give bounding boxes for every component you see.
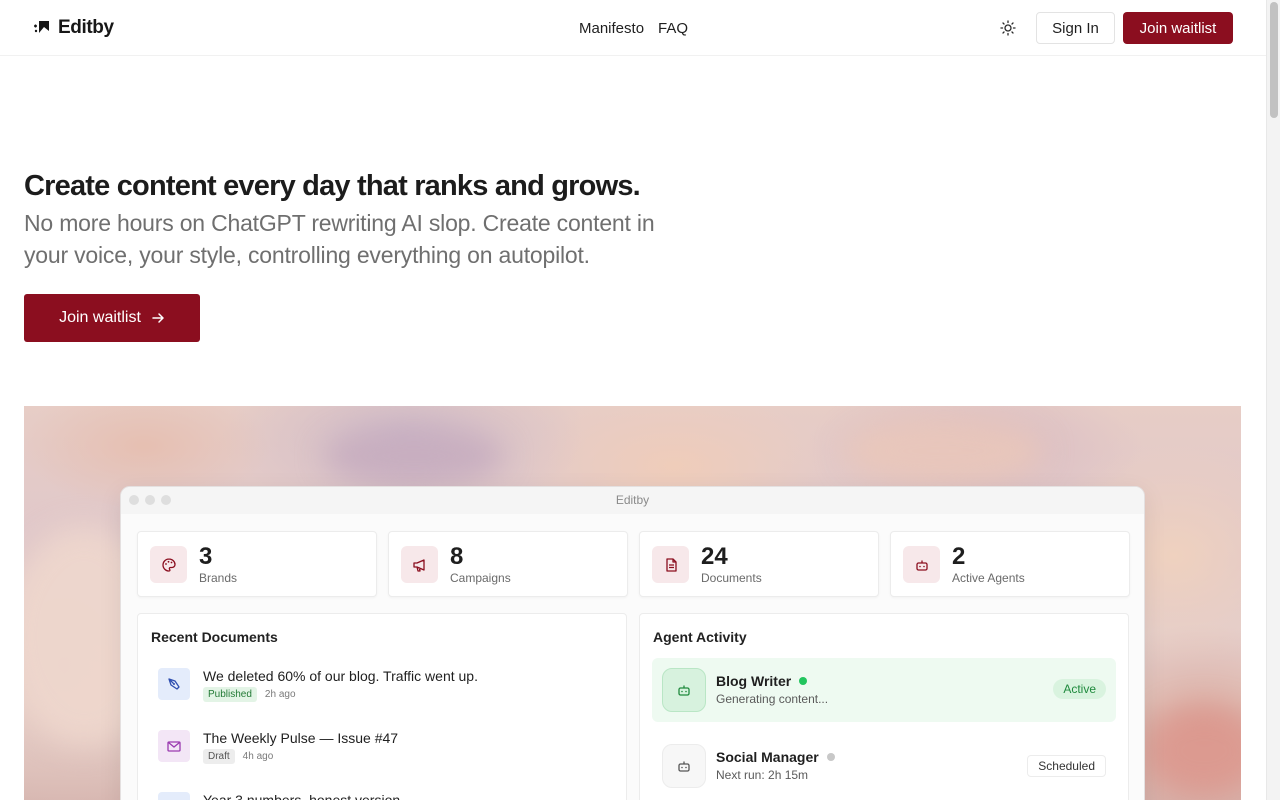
mail-icon bbox=[158, 730, 190, 762]
agent-name: Blog Writer bbox=[716, 673, 792, 689]
document-meta: Published 2h ago bbox=[203, 687, 296, 702]
document-title: The Weekly Pulse — Issue #47 bbox=[203, 730, 399, 746]
recent-documents-panel: Recent Documents We deleted 60% of our b… bbox=[137, 613, 627, 800]
robot-icon bbox=[662, 744, 706, 788]
status-dot bbox=[826, 753, 835, 761]
document-timestamp: 2h ago bbox=[264, 689, 296, 700]
document-meta: Draft 4h ago bbox=[203, 749, 273, 764]
pen-icon bbox=[158, 668, 190, 700]
document-list-item[interactable]: Year 3 numbers, honest version bbox=[158, 792, 618, 800]
agent-status-badge: Active bbox=[1053, 679, 1106, 699]
logo-mark-icon bbox=[34, 21, 49, 33]
robot-icon bbox=[903, 546, 940, 583]
join-waitlist-header-button[interactable]: Join waitlist bbox=[1123, 12, 1233, 44]
panel-title: Agent Activity bbox=[653, 629, 747, 645]
stat-value: 2 bbox=[952, 543, 966, 570]
stat-label: Documents bbox=[701, 571, 762, 585]
nav-link-faq[interactable]: FAQ bbox=[658, 20, 688, 37]
stat-label: Brands bbox=[199, 571, 238, 585]
document-list-item[interactable]: The Weekly Pulse — Issue #47 Draft 4h ag… bbox=[158, 730, 618, 770]
agent-detail: Generating content... bbox=[716, 692, 829, 706]
stat-value: 3 bbox=[199, 543, 213, 570]
window-titlebar: Editby bbox=[121, 487, 1144, 514]
document-title: Year 3 numbers, honest version bbox=[203, 792, 401, 800]
document-title: We deleted 60% of our blog. Traffic went… bbox=[203, 668, 478, 684]
agent-row[interactable]: Social Manager Next run: 2h 15m Schedule… bbox=[652, 734, 1116, 798]
agent-name-row: Blog Writer bbox=[716, 673, 808, 689]
theme-toggle-button[interactable] bbox=[996, 17, 1020, 39]
app-preview-window: Editby 3 Brands 8 Campaigns 24 Documents… bbox=[120, 486, 1145, 800]
join-waitlist-hero-button[interactable]: Join waitlist bbox=[24, 294, 200, 342]
stat-card-active-agents[interactable]: 2 Active Agents bbox=[890, 531, 1130, 597]
agent-name-row: Social Manager bbox=[716, 749, 835, 765]
agent-status-badge: Scheduled bbox=[1027, 755, 1106, 777]
stat-card-documents[interactable]: 24 Documents bbox=[639, 531, 879, 597]
hero-cta-label: Join waitlist bbox=[59, 309, 141, 326]
logo[interactable]: Editby bbox=[32, 17, 114, 39]
hero-title: Create content every day that ranks and … bbox=[24, 170, 641, 202]
status-badge: Draft bbox=[203, 749, 235, 764]
status-badge: Published bbox=[203, 687, 257, 702]
hero-subtitle: No more hours on ChatGPT rewriting AI sl… bbox=[24, 210, 655, 268]
stat-label: Campaigns bbox=[450, 571, 511, 585]
page-scrollbar[interactable] bbox=[1266, 0, 1280, 800]
window-title: Editby bbox=[615, 493, 650, 507]
palette-icon bbox=[150, 546, 187, 583]
stat-label: Active Agents bbox=[952, 571, 1025, 585]
site-header: Editby Manifesto FAQ Sign In Join waitli… bbox=[0, 0, 1266, 56]
agent-activity-panel: Agent Activity Blog Writer Generating co… bbox=[639, 613, 1129, 800]
document-icon bbox=[652, 546, 689, 583]
status-dot bbox=[799, 677, 808, 685]
sign-in-button[interactable]: Sign In bbox=[1036, 12, 1115, 44]
nav-link-manifesto[interactable]: Manifesto bbox=[579, 20, 644, 37]
logo-text: Editby bbox=[58, 17, 114, 38]
robot-icon bbox=[662, 668, 706, 712]
sun-icon bbox=[1000, 20, 1016, 36]
stat-value: 8 bbox=[450, 543, 464, 570]
document-list-item[interactable]: We deleted 60% of our blog. Traffic went… bbox=[158, 668, 618, 708]
stat-card-brands[interactable]: 3 Brands bbox=[137, 531, 377, 597]
agent-row[interactable]: Blog Writer Generating content... Active bbox=[652, 658, 1116, 722]
agent-detail: Next run: 2h 15m bbox=[716, 768, 809, 782]
stat-value: 24 bbox=[701, 543, 728, 570]
arrow-right-icon bbox=[152, 313, 164, 323]
main-nav: Manifesto FAQ bbox=[579, 20, 688, 37]
megaphone-icon bbox=[401, 546, 438, 583]
document-timestamp: 4h ago bbox=[242, 751, 274, 762]
document-icon bbox=[158, 792, 190, 800]
stat-card-campaigns[interactable]: 8 Campaigns bbox=[388, 531, 628, 597]
agent-name: Social Manager bbox=[716, 749, 819, 765]
panel-title: Recent Documents bbox=[151, 629, 278, 645]
scrollbar-thumb[interactable] bbox=[1270, 2, 1278, 118]
